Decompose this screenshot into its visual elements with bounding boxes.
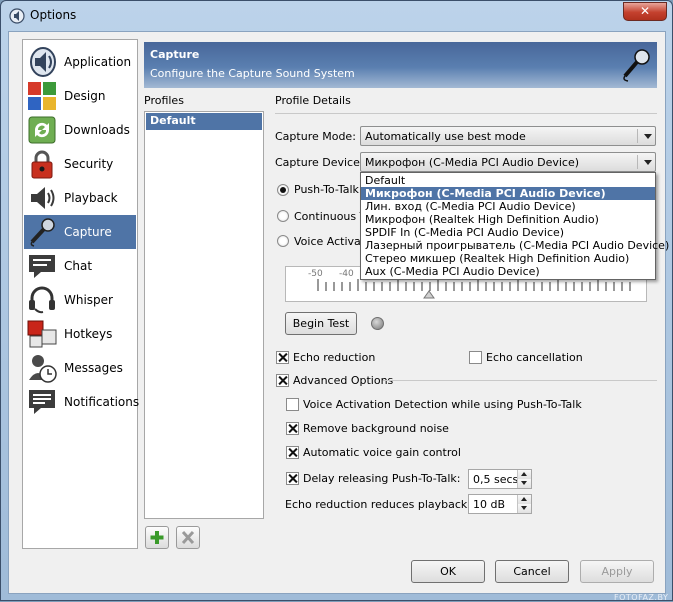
refresh-arrows-icon [28, 116, 56, 144]
close-button[interactable]: ✕ [623, 2, 667, 21]
plus-icon [150, 531, 164, 544]
cancel-button[interactable]: Cancel [495, 560, 569, 583]
agc-label: Automatic voice gain control [303, 446, 461, 459]
nav-item-application[interactable]: Application [24, 45, 136, 79]
delay-ptt-stepper[interactable]: 0,5 secs [468, 469, 532, 489]
delay-ptt-checkbox[interactable] [286, 472, 299, 485]
profiles-list: Default [144, 111, 264, 519]
test-indicator-led [371, 317, 384, 330]
nav-item-downloads[interactable]: Downloads [24, 113, 136, 147]
remove-noise-checkbox[interactable] [286, 422, 299, 435]
page-subtitle: Configure the Capture Sound System [150, 67, 355, 80]
echo-playback-label: Echo reduction reduces playback by: [285, 498, 488, 511]
category-list: Application Design Downloads Security Pl… [22, 39, 139, 549]
microphone-icon [623, 49, 650, 82]
push-to-talk-label: Push-To-Talk [294, 183, 359, 196]
add-profile-button[interactable] [145, 526, 169, 549]
color-squares-icon [28, 82, 56, 110]
divider [275, 113, 657, 114]
delay-ptt-label: Delay releasing Push-To-Talk: [303, 472, 461, 485]
nav-item-capture[interactable]: Capture [24, 215, 136, 249]
padlock-icon [31, 150, 53, 179]
nav-item-security[interactable]: Security [24, 147, 136, 181]
apply-button[interactable]: Apply [580, 560, 654, 583]
chevron-down-icon [644, 134, 652, 139]
advanced-options-checkbox[interactable] [276, 374, 289, 387]
page-banner: Capture Configure the Capture Sound Syst… [144, 42, 657, 88]
headset-icon [29, 286, 55, 314]
vad-while-ptt-checkbox[interactable] [286, 398, 299, 411]
capture-device-dropdown: Default Микрофон (C-Media PCI Audio Devi… [360, 172, 669, 280]
window-title: Options [30, 8, 77, 22]
stepper-down-button[interactable] [517, 479, 531, 488]
keyboard-keys-icon [27, 320, 57, 348]
remove-noise-label: Remove background noise [303, 422, 449, 435]
push-to-talk-radio[interactable] [277, 184, 289, 196]
microphone-icon [30, 218, 55, 247]
slider-tick-label: -50 [308, 269, 323, 279]
chat-bubble-icon [29, 255, 55, 278]
page-title: Capture [150, 48, 200, 61]
divider [383, 380, 657, 381]
slider-tick-label: -40 [339, 269, 354, 279]
stepper-up-button[interactable] [517, 470, 531, 479]
nav-item-hotkeys[interactable]: Hotkeys [24, 317, 136, 351]
dropdown-option[interactable]: Лин. вход (C-Media PCI Audio Device) [361, 200, 655, 213]
clock-message-icon [29, 355, 57, 383]
ok-button[interactable]: OK [411, 560, 485, 583]
stepper-up-button[interactable] [517, 495, 531, 504]
dropdown-option[interactable]: Микрофон (C-Media PCI Audio Device) [361, 187, 655, 200]
chevron-down-icon [644, 160, 652, 165]
speaker-icon [31, 187, 55, 209]
remove-profile-button[interactable] [176, 526, 200, 549]
advanced-options-label: Advanced Options [293, 374, 394, 387]
capture-device-label: Capture Device: [275, 156, 364, 169]
dropdown-option[interactable]: SPDIF In (C-Media PCI Audio Device) [361, 226, 655, 239]
capture-device-select[interactable]: Микрофон (C-Media PCI Audio Device) [360, 152, 656, 172]
nav-item-notifications[interactable]: Notifications [24, 385, 139, 419]
nav-item-design[interactable]: Design [24, 79, 136, 113]
echo-playback-stepper[interactable]: 10 dB [468, 494, 532, 514]
speaker-logo-icon [30, 47, 56, 77]
echo-cancellation-label: Echo cancellation [486, 351, 583, 364]
vad-while-ptt-label: Voice Activation Detection while using P… [303, 398, 582, 411]
dropdown-option[interactable]: Микрофон (Realtek High Definition Audio) [361, 213, 655, 226]
dropdown-option[interactable]: Default [361, 174, 655, 187]
title-bar[interactable]: Options ✕ [1, 1, 672, 31]
begin-test-button[interactable]: Begin Test [285, 312, 357, 335]
stepper-down-button[interactable] [517, 504, 531, 513]
dropdown-option[interactable]: Aux (C-Media PCI Audio Device) [361, 265, 655, 278]
x-icon [181, 530, 195, 545]
profiles-header: Profiles [144, 94, 184, 107]
slider-scale [317, 279, 631, 299]
capture-mode-select[interactable]: Automatically use best mode [360, 126, 656, 146]
options-window: Options ✕ Application Design Downloads S… [0, 0, 673, 602]
profile-item-default[interactable]: Default [146, 113, 262, 130]
agc-checkbox[interactable] [286, 446, 299, 459]
echo-reduction-checkbox[interactable] [276, 351, 289, 364]
capture-mode-label: Capture Mode: [275, 130, 356, 143]
speaker-logo-icon [9, 8, 25, 24]
nav-item-whisper[interactable]: Whisper [24, 283, 136, 317]
nav-item-chat[interactable]: Chat [24, 249, 136, 283]
nav-item-messages[interactable]: Messages [24, 351, 136, 385]
continuous-radio[interactable] [277, 210, 289, 222]
continuous-label: Continuous Tr [294, 210, 370, 223]
notification-bubble-icon [29, 390, 55, 414]
profile-details-header: Profile Details [275, 94, 351, 107]
voice-activation-radio[interactable] [277, 235, 289, 247]
dialog-body: Application Design Downloads Security Pl… [8, 31, 669, 594]
dropdown-option[interactable]: Лазерный проигрыватель (C-Media PCI Audi… [361, 239, 669, 252]
dropdown-option[interactable]: Стерео микшер (Realtek High Definition A… [361, 252, 655, 265]
echo-cancellation-checkbox[interactable] [469, 351, 482, 364]
nav-item-playback[interactable]: Playback [24, 181, 136, 215]
echo-reduction-label: Echo reduction [293, 351, 376, 364]
